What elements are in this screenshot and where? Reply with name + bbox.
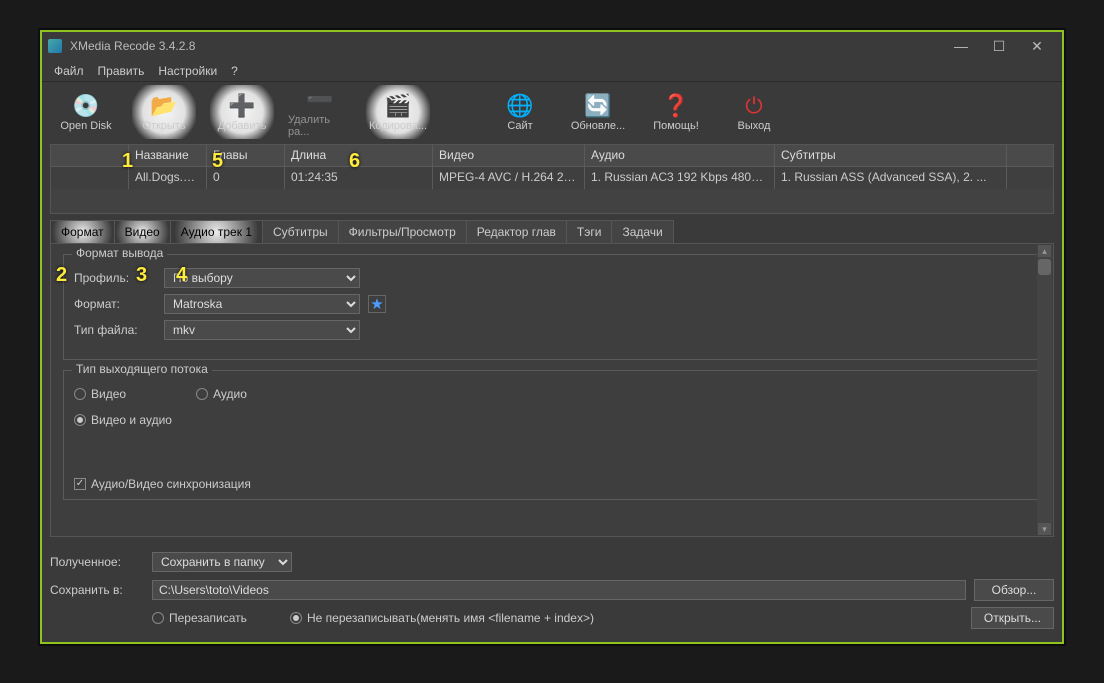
savein-label: Сохранить в: xyxy=(50,583,144,597)
annotation-4: 4 xyxy=(176,264,187,287)
stream-type-group: Тип выходящего потока Видео Аудио Видео … xyxy=(63,370,1041,500)
result-select[interactable]: Сохранить в папку xyxy=(152,552,292,572)
tab-format[interactable]: Формат xyxy=(50,220,115,243)
menu-file[interactable]: Файл xyxy=(48,62,90,80)
output-section: Полученное: Сохранить в папку Сохранить … xyxy=(50,550,1054,634)
open-button[interactable]: 📂Открыть xyxy=(132,85,196,139)
output-format-group-title: Формат вывода xyxy=(72,246,167,260)
folder-open-icon: 📂 xyxy=(150,92,178,120)
output-format-group: Формат вывода Профиль: По выбору Формат:… xyxy=(63,254,1041,360)
col-marker[interactable] xyxy=(51,145,129,166)
scroll-up-icon[interactable]: ▴ xyxy=(1038,245,1051,257)
tab-subtitles[interactable]: Субтитры xyxy=(262,220,339,243)
annotation-6: 6 xyxy=(349,150,360,173)
app-window: XMedia Recode 3.4.2.8 ― ☐ ✕ Файл Править… xyxy=(40,30,1064,644)
col-subtitles[interactable]: Субтитры xyxy=(775,145,1007,166)
globe-icon: 🌐 xyxy=(506,92,534,120)
toolbar: 💿Open Disk 📂Открыть ➕Добавить ➖Удалить р… xyxy=(42,82,1062,142)
exit-icon: ⏻ xyxy=(740,92,768,120)
radio-video[interactable]: Видео xyxy=(74,387,126,401)
app-icon xyxy=(48,39,62,53)
help-icon: ❓ xyxy=(662,92,690,120)
panel-scrollbar[interactable]: ▴ ▾ xyxy=(1037,245,1052,535)
col-name[interactable]: Название xyxy=(129,145,207,166)
encode-button[interactable]: 🎬Кодирова... xyxy=(366,85,430,139)
minimize-button[interactable]: ― xyxy=(942,34,980,58)
tab-video[interactable]: Видео xyxy=(114,220,171,243)
profile-select[interactable]: По выбору xyxy=(164,268,360,288)
menu-settings[interactable]: Настройки xyxy=(152,62,223,80)
minus-icon: ➖ xyxy=(306,86,334,114)
scroll-down-icon[interactable]: ▾ xyxy=(1038,523,1051,535)
table-row[interactable]: All.Dogs.Go... 0 01:24:35 MPEG-4 AVC / H… xyxy=(51,167,1053,189)
browse-button[interactable]: Обзор... xyxy=(974,579,1054,601)
maximize-button[interactable]: ☐ xyxy=(980,34,1018,58)
annotation-2: 2 xyxy=(56,264,67,287)
savein-input[interactable] xyxy=(152,580,966,600)
col-audio[interactable]: Аудио xyxy=(585,145,775,166)
radio-no-overwrite[interactable]: Не перезаписывать(менять имя <filename +… xyxy=(290,611,963,625)
menu-help[interactable]: ? xyxy=(225,62,244,80)
remove-button[interactable]: ➖Удалить ра... xyxy=(288,85,352,139)
exit-button[interactable]: ⏻Выход xyxy=(722,85,786,139)
filetype-select[interactable]: mkv xyxy=(164,320,360,340)
format-select[interactable]: Matroska xyxy=(164,294,360,314)
stream-type-group-title: Тип выходящего потока xyxy=(72,362,212,376)
plus-icon: ➕ xyxy=(228,92,256,120)
radio-overwrite[interactable]: Перезаписать xyxy=(152,611,282,625)
titlebar: XMedia Recode 3.4.2.8 ― ☐ ✕ xyxy=(42,32,1062,60)
format-label: Формат: xyxy=(74,297,156,311)
favorite-icon[interactable]: ★ xyxy=(368,295,386,313)
window-title: XMedia Recode 3.4.2.8 xyxy=(70,39,195,53)
file-list: Название Главы Длина Видео Аудио Субтитр… xyxy=(50,144,1054,214)
scroll-thumb[interactable] xyxy=(1038,259,1051,275)
radio-audio[interactable]: Аудио xyxy=(196,387,247,401)
menu-edit[interactable]: Править xyxy=(92,62,151,80)
refresh-icon: 🔄 xyxy=(584,92,612,120)
disc-icon: 💿 xyxy=(72,92,100,120)
site-button[interactable]: 🌐Сайт xyxy=(488,85,552,139)
annotation-3: 3 xyxy=(136,264,147,287)
add-button[interactable]: ➕Добавить xyxy=(210,85,274,139)
format-panel: Формат вывода Профиль: По выбору Формат:… xyxy=(50,243,1054,537)
open-disk-button[interactable]: 💿Open Disk xyxy=(54,85,118,139)
help-button[interactable]: ❓Помощь! xyxy=(644,85,708,139)
encode-icon: 🎬 xyxy=(384,92,412,120)
update-button[interactable]: 🔄Обновле... xyxy=(566,85,630,139)
menubar: Файл Править Настройки ? xyxy=(42,60,1062,82)
result-label: Полученное: xyxy=(50,555,144,569)
annotation-1: 1 xyxy=(122,150,133,173)
tab-audio[interactable]: Аудио трек 1 xyxy=(170,220,263,243)
filetype-label: Тип файла: xyxy=(74,323,156,337)
check-av-sync[interactable]: ✓Аудио/Видео синхронизация xyxy=(74,477,251,491)
col-video[interactable]: Видео xyxy=(433,145,585,166)
annotation-5: 5 xyxy=(212,150,223,173)
file-list-header: Название Главы Длина Видео Аудио Субтитр… xyxy=(51,145,1053,167)
tab-strip: Формат Видео Аудио трек 1 Субтитры Фильт… xyxy=(50,220,1054,243)
radio-video-audio[interactable]: Видео и аудио xyxy=(74,413,172,427)
close-button[interactable]: ✕ xyxy=(1018,34,1056,58)
tab-tags[interactable]: Тэги xyxy=(566,220,613,243)
tab-chapters[interactable]: Редактор глав xyxy=(466,220,567,243)
open-output-button[interactable]: Открыть... xyxy=(971,607,1054,629)
tab-jobs[interactable]: Задачи xyxy=(611,220,673,243)
tab-filters[interactable]: Фильтры/Просмотр xyxy=(338,220,467,243)
